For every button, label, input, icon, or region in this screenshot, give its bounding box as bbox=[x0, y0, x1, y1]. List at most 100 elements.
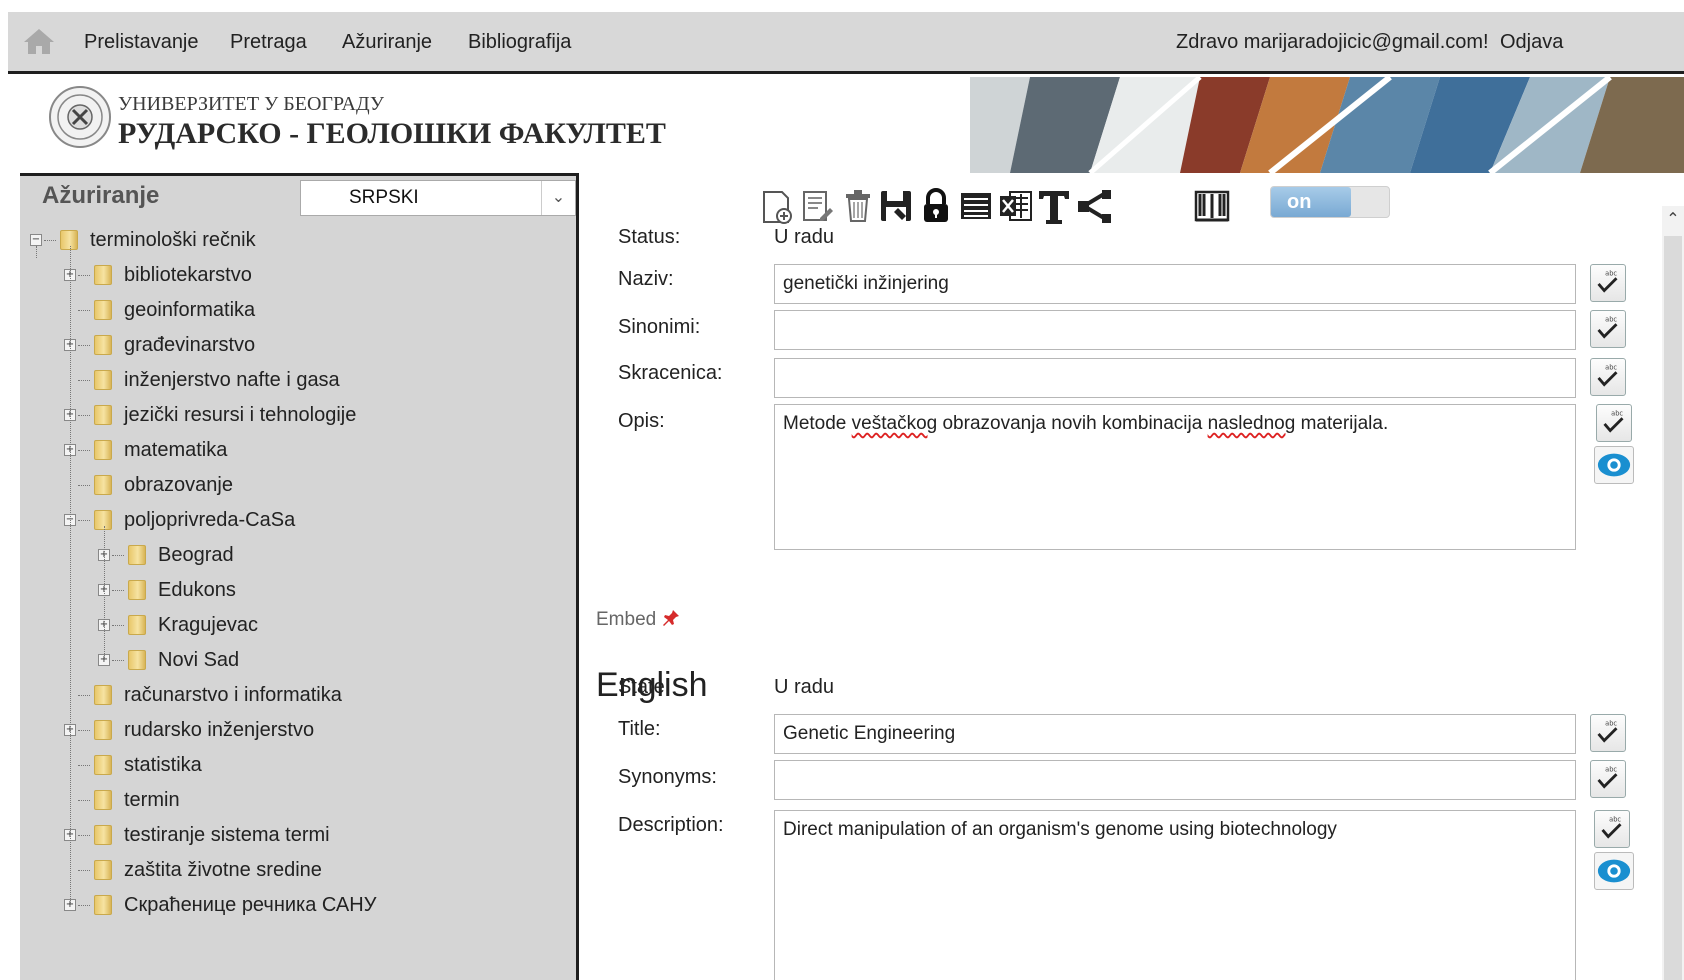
collapse-icon[interactable]: − bbox=[30, 234, 42, 246]
spellcheck-description-button[interactable]: abc bbox=[1594, 810, 1630, 848]
lock-icon[interactable] bbox=[918, 186, 954, 226]
tree-node-label: poljoprivreda-CaSa bbox=[124, 509, 296, 531]
embed-link[interactable]: Embed bbox=[596, 608, 681, 631]
tree-node-label: računarstvo i informatika bbox=[124, 684, 342, 706]
tree-node-child[interactable]: + matematika bbox=[20, 434, 560, 466]
book-icon[interactable] bbox=[1194, 186, 1230, 226]
nav-bibliografija[interactable]: Bibliografija bbox=[468, 12, 571, 72]
vertical-scrollbar[interactable]: ⌃ bbox=[1662, 206, 1684, 980]
folder-icon bbox=[94, 860, 112, 880]
faculty-seal-logo bbox=[49, 86, 111, 148]
title-label: Title: bbox=[618, 718, 661, 740]
tree-node-child[interactable]: − poljoprivreda-CaSa bbox=[20, 504, 560, 536]
opis-text-part: Metode bbox=[783, 413, 852, 434]
opis-textarea[interactable]: Metode veštačkog obrazovanja novih kombi… bbox=[774, 404, 1576, 550]
tree-node-child[interactable]: + testiranje sistema termi bbox=[20, 819, 560, 851]
description-textarea[interactable]: Direct manipulation of an organism's gen… bbox=[774, 810, 1576, 980]
tree-node-child[interactable]: računarstvo i informatika bbox=[20, 679, 560, 711]
tree-connector bbox=[112, 555, 124, 556]
opis-label: Opis: bbox=[618, 410, 665, 432]
on-off-toggle[interactable]: on bbox=[1270, 186, 1390, 218]
tree-node-child[interactable]: + jezički resursi i tehnologije bbox=[20, 399, 560, 431]
folder-icon bbox=[94, 265, 112, 285]
tree-node-subchild[interactable]: + Kragujevac bbox=[20, 609, 560, 641]
tree-connector-vertical bbox=[70, 246, 71, 905]
synonyms-input[interactable] bbox=[774, 760, 1576, 800]
chevron-down-icon[interactable]: ⌄ bbox=[541, 181, 575, 215]
tree-node-child[interactable]: obrazovanje bbox=[20, 469, 560, 501]
tree-node-child[interactable]: + građevinarstvo bbox=[20, 329, 560, 361]
opis-text-part: obrazovanja novih kombinacija bbox=[937, 413, 1208, 434]
spellcheck-synonyms-button[interactable]: abc bbox=[1590, 760, 1626, 798]
scrollbar-thumb[interactable] bbox=[1664, 236, 1682, 980]
folder-icon bbox=[128, 545, 146, 565]
logout-link[interactable]: Odjava bbox=[1500, 12, 1563, 72]
tree-connector bbox=[78, 905, 90, 906]
language-select[interactable]: SRPSKI ⌄ bbox=[300, 180, 576, 216]
tree-node-label: jezički resursi i tehnologije bbox=[124, 404, 357, 426]
nav-azuriranje[interactable]: Ažuriranje bbox=[342, 12, 432, 72]
tree-node-label: Скраћенице речника САНУ bbox=[124, 894, 377, 916]
text-icon[interactable] bbox=[1036, 186, 1072, 226]
spellcheck-title-button[interactable]: abc bbox=[1590, 714, 1626, 752]
svg-text:abc: abc bbox=[1605, 719, 1617, 727]
tree-node-label: rudarsko inženjerstvo bbox=[124, 719, 315, 741]
tree-node-child[interactable]: termin bbox=[20, 784, 560, 816]
sidebar-title: Ažuriranje bbox=[42, 182, 160, 209]
folder-icon bbox=[94, 685, 112, 705]
tree-node-child[interactable]: zaštita životne sredine bbox=[20, 854, 560, 886]
spellcheck-opis-button[interactable]: abc bbox=[1596, 404, 1632, 442]
preview-opis-button[interactable] bbox=[1594, 446, 1634, 484]
share-icon[interactable] bbox=[1076, 186, 1112, 226]
faculty-banner: УНИВЕРЗИТЕТ У БЕОГРАДУ РУДАРСКО - ГЕОЛОШ… bbox=[20, 77, 1684, 173]
tree-connector bbox=[78, 380, 90, 381]
tree-node-child[interactable]: statistika bbox=[20, 749, 560, 781]
folder-icon bbox=[94, 790, 112, 810]
nav-prelistavanje[interactable]: Prelistavanje bbox=[84, 12, 199, 72]
preview-description-button[interactable] bbox=[1594, 852, 1634, 890]
tree-node-child[interactable]: geoinformatika bbox=[20, 294, 560, 326]
tree-node-label: terminološki rečnik bbox=[90, 229, 256, 251]
banner-photo-collage bbox=[970, 77, 1684, 173]
skracenica-input[interactable] bbox=[774, 358, 1576, 398]
folder-icon bbox=[94, 895, 112, 915]
tree-node-child[interactable]: + Скраћенице речника САНУ bbox=[20, 889, 560, 921]
title-input[interactable] bbox=[774, 714, 1576, 754]
tree-node-root[interactable]: − terminološki rečnik bbox=[20, 224, 560, 256]
edit-document-icon[interactable] bbox=[800, 186, 836, 226]
sinonimi-input[interactable] bbox=[774, 310, 1576, 350]
spellcheck-skracenica-button[interactable]: abc bbox=[1590, 358, 1626, 396]
tree-node-label: Edukons bbox=[158, 579, 236, 601]
svg-text:abc: abc bbox=[1605, 765, 1617, 773]
tree-node-subchild[interactable]: + Novi Sad bbox=[20, 644, 560, 676]
new-document-icon[interactable] bbox=[760, 186, 796, 226]
spellcheck-sinonimi-button[interactable]: abc bbox=[1590, 310, 1626, 348]
tree-connector bbox=[78, 730, 90, 731]
home-icon[interactable] bbox=[22, 26, 56, 56]
save-icon[interactable] bbox=[878, 186, 914, 226]
sidebar: Ažuriranje SRPSKI ⌄ − terminološki rečnik… bbox=[20, 173, 579, 980]
scroll-up-icon[interactable]: ⌃ bbox=[1662, 206, 1684, 234]
tree-node-child[interactable]: inženjerstvo nafte i gasa bbox=[20, 364, 560, 396]
tree-node-label: obrazovanje bbox=[124, 474, 233, 496]
tree-node-label: statistika bbox=[124, 754, 202, 776]
list-icon[interactable] bbox=[958, 186, 994, 226]
tree-connector bbox=[78, 415, 90, 416]
naziv-input[interactable] bbox=[774, 264, 1576, 304]
tree-connector bbox=[78, 835, 90, 836]
tree-node-child[interactable]: + rudarsko inženjerstvo bbox=[20, 714, 560, 746]
folder-icon bbox=[128, 580, 146, 600]
tree-node-subchild[interactable]: + Edukons bbox=[20, 574, 560, 606]
excel-icon[interactable] bbox=[998, 186, 1034, 226]
tree-connector bbox=[112, 590, 124, 591]
tree-connector bbox=[78, 870, 90, 871]
trash-icon[interactable] bbox=[840, 186, 876, 226]
folder-icon bbox=[94, 510, 112, 530]
nav-pretraga[interactable]: Pretraga bbox=[230, 12, 307, 72]
tree-node-label: inženjerstvo nafte i gasa bbox=[124, 369, 340, 391]
user-greeting: Zdravo marijaradojicic@gmail.com! bbox=[1176, 31, 1489, 53]
spellcheck-naziv-button[interactable]: abc bbox=[1590, 264, 1626, 302]
tree-node-subchild[interactable]: + Beograd bbox=[20, 539, 560, 571]
language-select-value: SRPSKI bbox=[349, 187, 419, 208]
tree-node-child[interactable]: + bibliotekarstvo bbox=[20, 259, 560, 291]
